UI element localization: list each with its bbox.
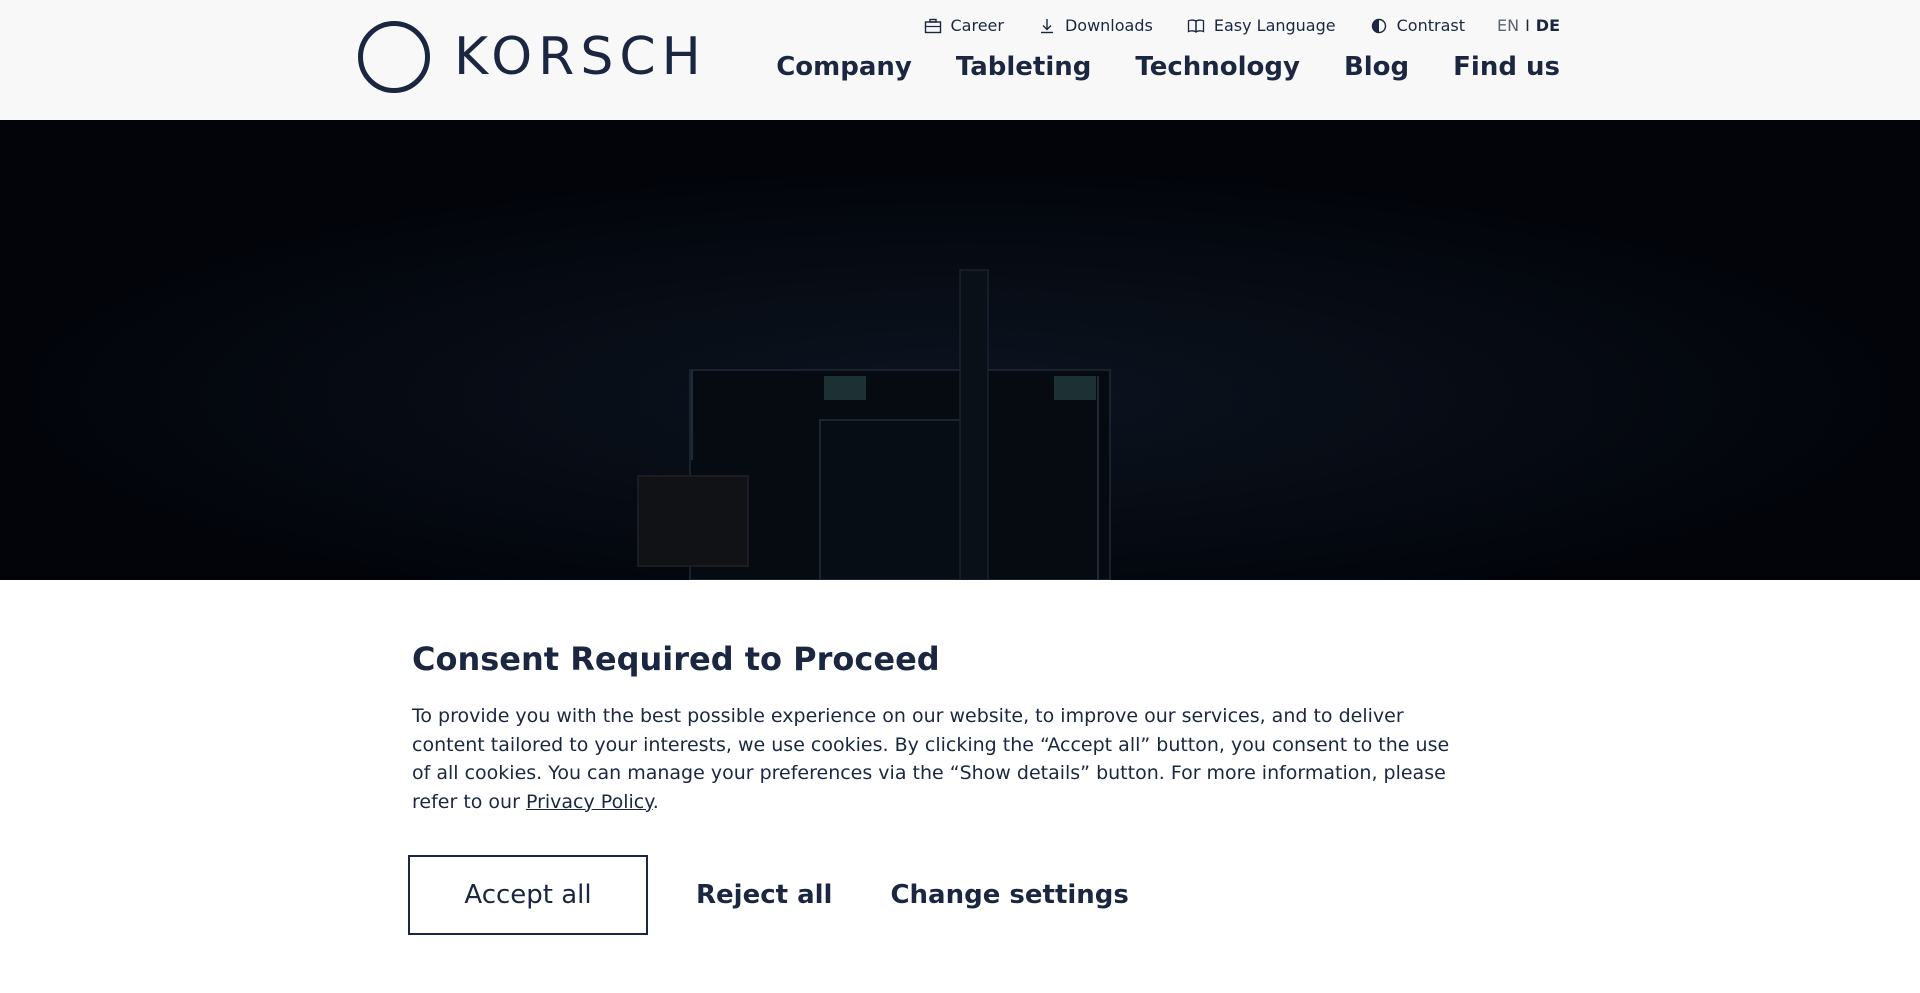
lang-de-link[interactable]: DE	[1536, 16, 1560, 35]
change-settings-button[interactable]: Change settings	[890, 880, 1128, 910]
book-icon	[1187, 18, 1204, 33]
reject-all-button[interactable]: Reject all	[696, 880, 832, 910]
easy-language-label: Easy Language	[1213, 16, 1336, 35]
career-label: Career	[950, 16, 1004, 35]
utility-nav: Career Downloads Easy Language Contrast …	[890, 16, 1560, 35]
consent-panel: Consent Required to Proceed To provide y…	[412, 640, 1452, 816]
korsch-logo[interactable]: KORSCH	[358, 20, 707, 94]
site-header: KORSCH Career Downloads Easy Language Co…	[0, 0, 1920, 120]
consent-actions: Accept all Reject all Change settings	[408, 855, 1129, 935]
consent-body-end: .	[652, 790, 659, 813]
lang-separator: I	[1525, 16, 1530, 35]
contrast-toggle[interactable]: Contrast	[1370, 16, 1465, 35]
contrast-label: Contrast	[1396, 16, 1465, 35]
logo-wordmark: KORSCH	[454, 27, 707, 87]
tablet-press-illustration	[0, 120, 1920, 580]
lang-en-link[interactable]: EN	[1497, 16, 1519, 35]
consent-body: To provide you with the best possible ex…	[412, 702, 1452, 816]
nav-item-blog[interactable]: Blog	[1344, 52, 1409, 82]
accept-all-button[interactable]: Accept all	[408, 855, 648, 935]
briefcase-icon	[924, 18, 941, 33]
hero-image	[0, 120, 1920, 580]
nav-item-tableting[interactable]: Tableting	[956, 52, 1092, 82]
main-nav: Company Tableting Technology Blog Find u…	[732, 52, 1560, 82]
nav-item-find-us[interactable]: Find us	[1453, 52, 1560, 82]
privacy-policy-link[interactable]: Privacy Policy	[526, 791, 653, 813]
contrast-icon	[1371, 18, 1386, 33]
downloads-link[interactable]: Downloads	[1038, 16, 1153, 35]
download-icon	[1040, 18, 1053, 33]
logo-ring-icon	[358, 21, 430, 93]
consent-title: Consent Required to Proceed	[412, 640, 940, 678]
language-switcher: EN I DE	[1497, 16, 1560, 35]
downloads-label: Downloads	[1064, 16, 1153, 35]
easy-language-link[interactable]: Easy Language	[1187, 16, 1336, 35]
career-link[interactable]: Career	[924, 16, 1004, 35]
nav-item-technology[interactable]: Technology	[1135, 52, 1300, 82]
nav-item-company[interactable]: Company	[776, 52, 912, 82]
